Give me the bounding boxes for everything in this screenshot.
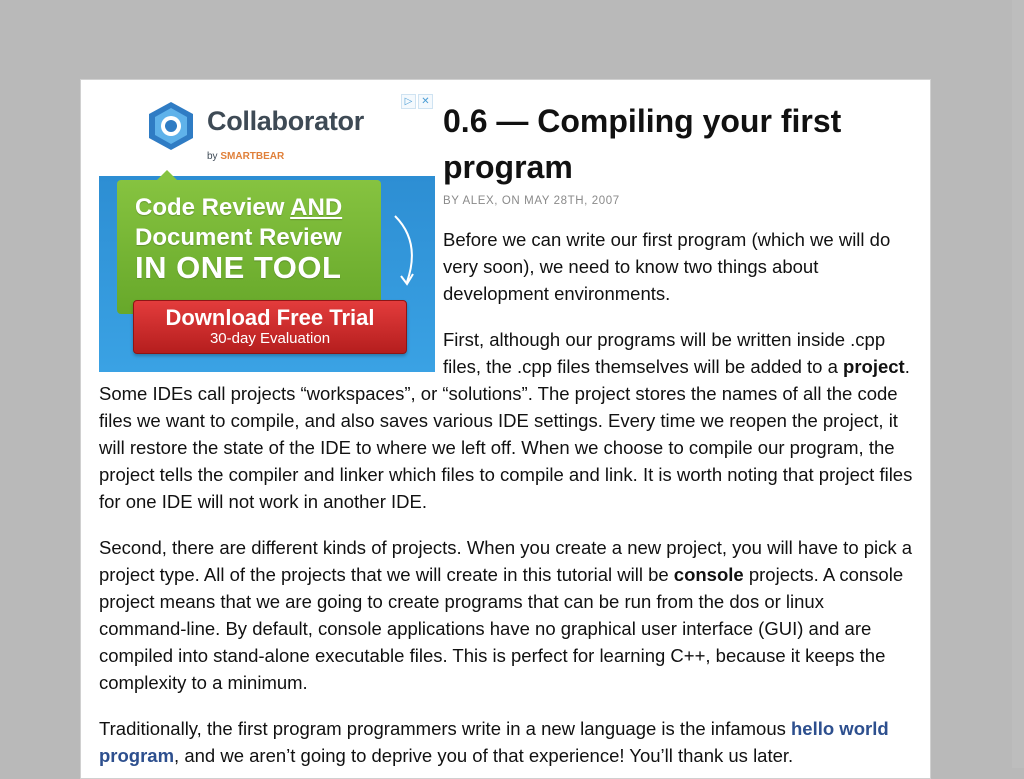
ad-choices[interactable]: ▷ ✕ — [401, 94, 433, 109]
ad-headline-line-2: Document Review — [135, 224, 342, 251]
paragraph-4: Traditionally, the first program program… — [99, 718, 889, 766]
curved-arrow-icon — [394, 215, 414, 286]
collaborator-logo-icon — [149, 102, 193, 150]
article-content: ▷ ✕ Collaborator by SMARTBEAR Code Revie… — [99, 92, 915, 778]
ad-headline-line-3: IN ONE TOOL — [135, 250, 342, 285]
paragraph-3: Second, there are different kinds of pro… — [99, 537, 913, 693]
download-free-trial-button[interactable]: Download Free Trial 30-day Evaluation — [133, 300, 407, 354]
ad-headline-line-1: Code Review AND — [135, 194, 343, 221]
term-console: console — [673, 564, 744, 585]
cta-sub-label: 30-day Evaluation — [209, 330, 331, 347]
cta-main-label: Download Free Trial — [165, 305, 375, 330]
window-scrollbar[interactable] — [1012, 0, 1024, 768]
ad-brand-name: Collaborator — [207, 106, 364, 136]
ad-headline-box: Code Review AND Document Review IN ONE T… — [117, 180, 381, 314]
ad-brand-byline: by SMARTBEAR — [207, 151, 285, 162]
term-project: project — [843, 356, 905, 377]
advertisement-banner[interactable]: ▷ ✕ Collaborator by SMARTBEAR Code Revie… — [99, 92, 435, 372]
article-page: ▷ ✕ Collaborator by SMARTBEAR Code Revie… — [80, 79, 931, 779]
ad-close-icon[interactable]: ✕ — [418, 94, 433, 109]
adchoices-icon[interactable]: ▷ — [401, 94, 416, 109]
